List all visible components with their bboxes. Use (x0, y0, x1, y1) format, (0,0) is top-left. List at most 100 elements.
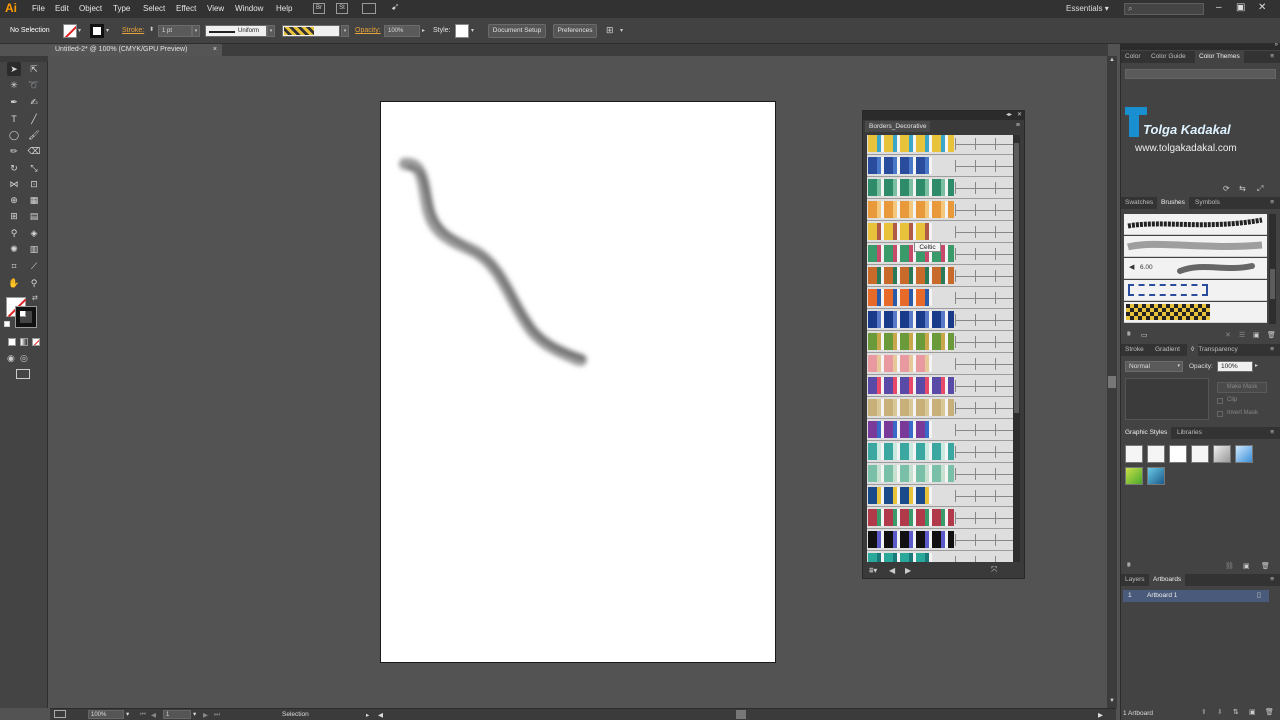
expand-library-icon[interactable]: ⤧ (991, 565, 997, 575)
tab-transparency[interactable]: ◊ Transparency (1187, 344, 1238, 356)
library-brush-row[interactable] (867, 441, 1013, 463)
remove-stroke-icon[interactable]: ✕ (1225, 331, 1231, 339)
free-transform-tool-icon[interactable]: ⊡ (27, 177, 41, 191)
swap-fill-stroke-icon[interactable]: ⇄ (32, 294, 38, 302)
type-tool-icon[interactable]: T (7, 112, 21, 126)
style-default-swatch[interactable] (1125, 445, 1143, 463)
transparency-opacity-arrow-icon[interactable]: ▸ (1255, 362, 1258, 369)
scroll-left-icon[interactable]: ◀ (378, 711, 383, 719)
stock-button[interactable]: St (336, 3, 348, 14)
library-brush-row[interactable] (867, 309, 1013, 331)
curvature-tool-icon[interactable]: ✍ (27, 95, 41, 109)
document-setup-button[interactable]: Document Setup (488, 24, 546, 38)
vertical-scrollbar[interactable]: ▲ ▼ (1107, 56, 1117, 708)
collapse-panel-icon[interactable]: ◂▸ (1006, 111, 1012, 118)
sync-themes-icon[interactable]: ⇆ (1239, 184, 1246, 193)
style-blue-gradient-swatch[interactable] (1235, 445, 1253, 463)
library-brush-row[interactable] (867, 135, 1013, 155)
graphic-style-libraries-icon[interactable]: ⩩ (1127, 562, 1131, 570)
brush-options-icon[interactable]: ☰ (1239, 331, 1245, 339)
layers-panel-menu-icon[interactable]: ≡ (1266, 574, 1278, 586)
stroke-weight-field[interactable]: 1 pt (158, 25, 192, 37)
profile-dropdown-icon[interactable]: ▾ (267, 25, 275, 37)
blend-mode-select[interactable]: Normal ▾ (1125, 361, 1183, 372)
vertical-scroll-thumb[interactable] (1108, 376, 1116, 388)
invert-mask-checkbox[interactable] (1217, 411, 1223, 417)
next-artboard-icon[interactable]: ▶ (203, 711, 208, 719)
collapse-dock-icon[interactable]: » (1275, 42, 1278, 48)
maximize-window-icon[interactable]: ▣ (1236, 2, 1245, 13)
brush-checker-row[interactable] (1124, 302, 1267, 323)
dock-header[interactable]: » (1121, 42, 1280, 50)
rotate-tool-icon[interactable]: ↻ (7, 161, 21, 175)
stroke-dropdown-icon[interactable]: ▾ (106, 27, 109, 34)
lasso-tool-icon[interactable]: ➰ (27, 78, 41, 92)
brush-border-row[interactable] (1124, 280, 1267, 301)
gradient-mode-icon[interactable] (20, 338, 28, 346)
theme-search-field[interactable] (1125, 69, 1276, 79)
last-artboard-icon[interactable]: ⏭ (214, 711, 220, 719)
scale-tool-icon[interactable]: ⤡ (27, 161, 41, 175)
menu-effect[interactable]: Effect (176, 4, 196, 13)
artboard-options-icon[interactable]: ▯ (1257, 591, 1261, 599)
refresh-themes-icon[interactable]: ⟳ (1223, 184, 1230, 193)
stroke-label[interactable]: Stroke: (122, 27, 144, 34)
library-brush-row[interactable] (867, 199, 1013, 221)
workspace-switcher[interactable]: Essentials ▾ (1066, 4, 1109, 13)
style-default-type-swatch[interactable] (1147, 445, 1165, 463)
library-brush-row[interactable] (867, 397, 1013, 419)
library-brush-row[interactable] (867, 529, 1013, 551)
artboard-number-field[interactable]: 1 (163, 710, 191, 719)
gpu-performance-icon[interactable]: ➹ (391, 2, 399, 13)
move-artboard-up-icon[interactable]: ⬆ (1201, 708, 1207, 716)
control-menu-icon[interactable]: ▾ (620, 27, 623, 34)
style-gray-gradient-swatch[interactable] (1213, 445, 1231, 463)
menu-file[interactable]: File (32, 4, 45, 13)
slice-tool-icon[interactable]: ⟋ (27, 259, 41, 273)
transparency-opacity-field[interactable]: 100% (1217, 361, 1253, 372)
delete-artboard-icon[interactable]: 🗑 (1265, 708, 1274, 716)
artboard-dropdown-icon[interactable]: ▾ (193, 710, 196, 718)
break-link-icon[interactable]: ⛓ (1225, 562, 1234, 570)
fill-dropdown-icon[interactable]: ▾ (78, 27, 81, 34)
tab-layers[interactable]: Layers (1121, 574, 1149, 586)
blend-tool-icon[interactable]: ◈ (27, 226, 41, 240)
menu-view[interactable]: View (207, 4, 224, 13)
scroll-up-icon[interactable]: ▲ (1109, 57, 1115, 63)
symbol-sprayer-tool-icon[interactable]: ✺ (7, 242, 21, 256)
menu-edit[interactable]: Edit (55, 4, 69, 13)
arrange-icon[interactable]: ⊞ (606, 25, 614, 36)
shape-builder-tool-icon[interactable]: ⊕ (7, 193, 21, 207)
zoom-tool-icon[interactable]: ⚲ (27, 276, 41, 290)
line-segment-tool-icon[interactable]: ╱ (27, 112, 41, 126)
ellipse-tool-icon[interactable]: ◯ (7, 128, 21, 142)
new-graphic-style-icon[interactable]: ▣ (1243, 562, 1250, 570)
library-brush-row[interactable] (867, 463, 1013, 485)
move-artboard-down-icon[interactable]: ⬇ (1217, 708, 1223, 716)
color-panel-menu-icon[interactable]: ≡ (1266, 51, 1278, 63)
menu-window[interactable]: Window (235, 4, 263, 13)
stroke-swatch[interactable] (90, 24, 104, 38)
status-menu-icon[interactable]: ▸ (366, 711, 369, 719)
previous-library-icon[interactable]: ◀ (889, 566, 895, 575)
direct-selection-tool-icon[interactable]: ⇱ (27, 62, 41, 76)
bridge-button[interactable]: Br (313, 3, 325, 14)
scroll-right-icon[interactable]: ▶ (1098, 711, 1103, 719)
default-fill-stroke-icon[interactable] (4, 321, 10, 327)
library-brush-row[interactable] (867, 507, 1013, 529)
pen-tool-icon[interactable]: ✒ (7, 95, 21, 109)
library-brush-row[interactable] (867, 287, 1013, 309)
zoom-field[interactable]: 100% (88, 710, 124, 719)
brush-airbrush-row[interactable]: ◀ 6.00 (1124, 258, 1267, 279)
tab-brushes[interactable]: Brushes (1157, 197, 1189, 209)
library-brush-row[interactable] (867, 419, 1013, 441)
eyedropper-tool-icon[interactable]: ⚲ (7, 226, 21, 240)
tab-color-themes[interactable]: Color Themes (1195, 51, 1244, 63)
brushes-panel-menu-icon[interactable]: ≡ (1266, 197, 1278, 209)
tab-gradient[interactable]: Gradient (1151, 344, 1184, 356)
magic-wand-tool-icon[interactable]: ✳ (7, 78, 21, 92)
library-brush-row[interactable] (867, 331, 1013, 353)
menu-type[interactable]: Type (113, 4, 130, 13)
library-scrollbar[interactable] (1013, 135, 1020, 562)
rearrange-artboards-icon[interactable]: ⇅ (1233, 708, 1239, 716)
